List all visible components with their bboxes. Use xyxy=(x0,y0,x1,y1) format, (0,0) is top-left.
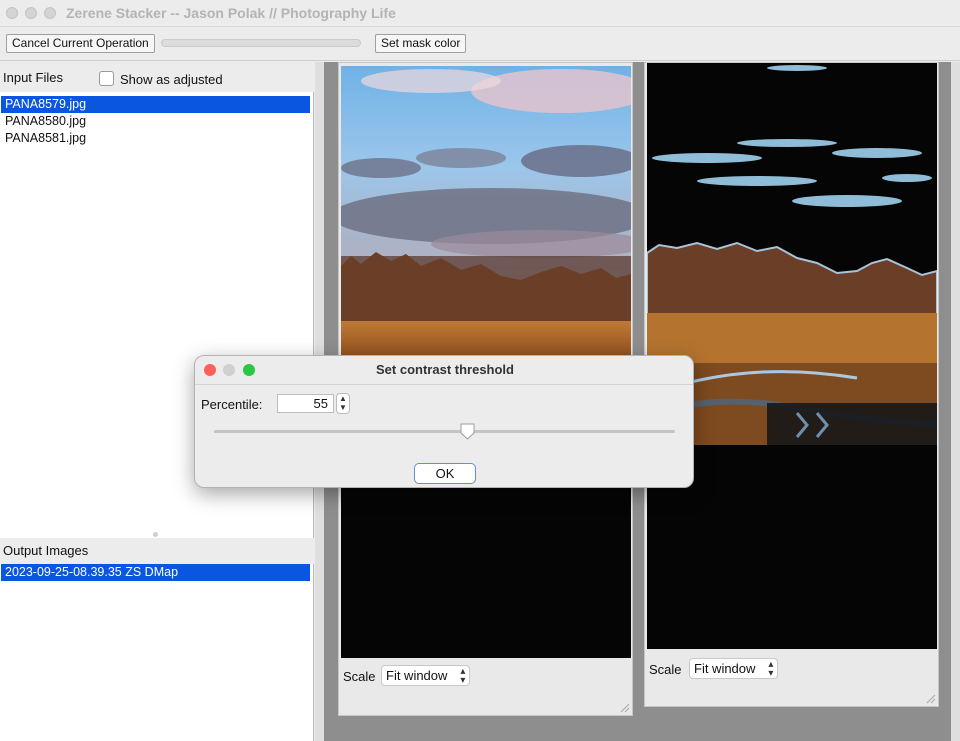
output-images-list[interactable]: 2023-09-25-08.39.35 ZS DMap xyxy=(0,564,314,734)
output-image-canvas[interactable] xyxy=(647,63,937,649)
list-item[interactable]: PANA8581.jpg xyxy=(1,130,310,147)
show-as-adjusted-label[interactable]: Show as adjusted xyxy=(120,72,223,87)
chevron-updown-icon: ▴ ▾ xyxy=(460,666,466,686)
scale-select[interactable]: Fit window ▴ ▾ xyxy=(381,665,471,686)
right-edge-strip xyxy=(951,62,960,741)
minimize-window-button[interactable] xyxy=(25,7,37,19)
resize-grip-icon[interactable] xyxy=(926,694,936,704)
show-as-adjusted-checkbox[interactable] xyxy=(99,71,114,86)
zoom-window-button[interactable] xyxy=(44,7,56,19)
resize-grip-icon[interactable] xyxy=(620,703,630,713)
scale-label: Scale xyxy=(343,669,376,684)
list-item[interactable]: PANA8579.jpg xyxy=(1,96,310,113)
scale-select-value: Fit window xyxy=(386,668,448,683)
window-titlebar: Zerene Stacker -- Jason Polak // Photogr… xyxy=(0,0,960,27)
set-mask-color-button[interactable]: Set mask color xyxy=(375,34,467,53)
input-scale-row: Scale Fit window ▴ ▾ xyxy=(341,664,631,692)
cancel-operation-button[interactable]: Cancel Current Operation xyxy=(6,34,155,53)
window-title: Zerene Stacker -- Jason Polak // Photogr… xyxy=(66,5,396,21)
percentile-stepper[interactable]: ▲ ▼ xyxy=(336,393,350,414)
scale-select[interactable]: Fit window ▴ ▾ xyxy=(689,658,779,679)
close-window-button[interactable] xyxy=(6,7,18,19)
operation-progress-bar xyxy=(161,39,361,47)
percentile-label: Percentile: xyxy=(201,397,263,412)
dialog-title: Set contrast threshold xyxy=(376,362,514,377)
input-files-header: Input Files Show as adjusted xyxy=(0,62,314,92)
input-files-label: Input Files xyxy=(3,70,63,85)
output-images-header: Output Images xyxy=(0,538,314,564)
scale-select-value: Fit window xyxy=(694,661,756,676)
output-images-label: Output Images xyxy=(3,543,89,558)
list-item[interactable]: PANA8580.jpg xyxy=(1,113,310,130)
chevron-updown-icon: ▴ ▾ xyxy=(768,659,774,679)
output-scale-row: Scale Fit window ▴ ▾ xyxy=(647,657,937,685)
list-item[interactable]: 2023-09-25-08.39.35 ZS DMap xyxy=(1,564,310,581)
contrast-threshold-dialog: Set contrast threshold Percentile: 55 ▲ ▼… xyxy=(194,355,694,488)
toolbar: Cancel Current Operation Set mask color xyxy=(0,27,960,61)
depth-map-photo xyxy=(647,63,937,649)
ok-button[interactable]: OK xyxy=(414,463,476,484)
percentile-slider-thumb[interactable] xyxy=(460,423,475,440)
percentile-input[interactable]: 55 xyxy=(277,394,334,413)
split-pane-divider[interactable] xyxy=(153,532,158,537)
scale-label: Scale xyxy=(649,662,682,677)
dialog-divider xyxy=(195,384,693,385)
percentile-slider-track[interactable] xyxy=(214,430,675,433)
